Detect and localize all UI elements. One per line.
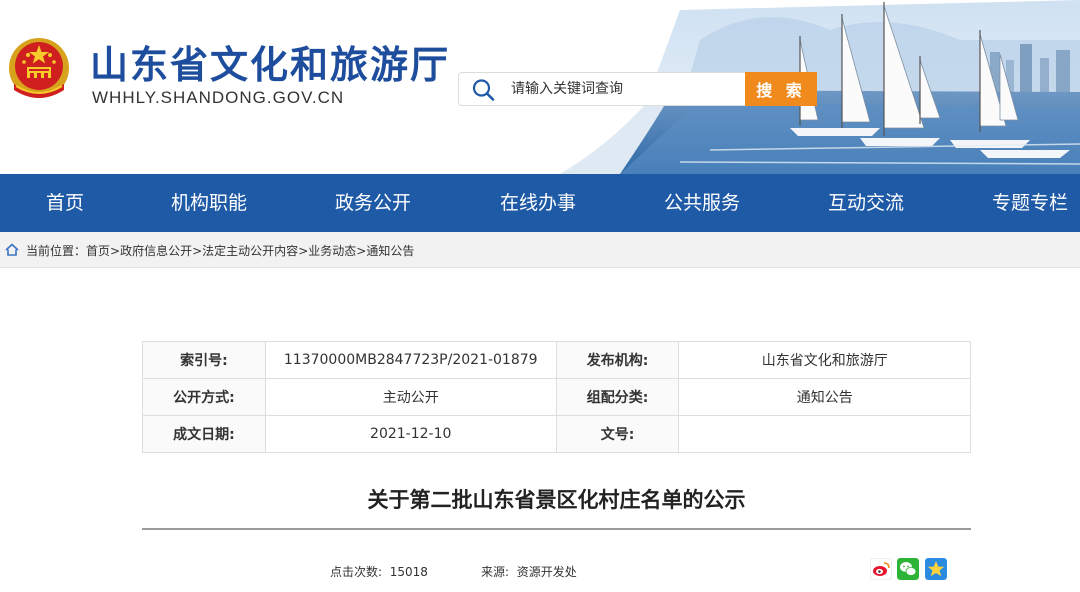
site-url: WHHLY.SHANDONG.GOV.CN [92, 88, 345, 107]
meta-key-index: 索引号: [142, 341, 266, 379]
source-value: 资源开发处 [516, 565, 577, 579]
document-meta-table: 索引号: 11370000MB2847723P/2021-01879 发布机构:… [142, 341, 971, 453]
nav-item-functions[interactable]: 机构职能 [171, 174, 247, 232]
search-box: 搜 索 [458, 72, 817, 106]
meta-value-disclosure: 主动公开 [264, 378, 557, 416]
meta-key-category: 组配分类: [555, 378, 680, 416]
table-row: 公开方式: 主动公开 组配分类: 通知公告 [142, 378, 971, 416]
nav-item-services[interactable]: 公共服务 [664, 174, 740, 232]
nav-item-home[interactable]: 首页 [46, 174, 84, 232]
breadcrumb: 当前位置：首页>政府信息公开>法定主动公开内容>业务动态>通知公告 [0, 232, 1080, 268]
source-label: 来源: [481, 565, 510, 579]
article-source: 来源: 资源开发处 [481, 563, 577, 580]
breadcrumb-item[interactable]: 法定主动公开内容 [202, 244, 298, 258]
meta-key-disclosure: 公开方式: [142, 378, 266, 416]
breadcrumb-item[interactable]: 首页 [86, 244, 110, 258]
breadcrumb-separator: > [356, 244, 367, 258]
meta-key-doc-number: 文号: [555, 415, 680, 453]
breadcrumb-separator: > [298, 244, 309, 258]
breadcrumb-item[interactable]: 政府信息公开 [120, 244, 192, 258]
nav-item-interaction[interactable]: 互动交流 [828, 174, 904, 232]
nav-item-gov-affairs[interactable]: 政务公开 [335, 174, 411, 232]
main-nav: 首页 机构职能 政务公开 在线办事 公共服务 互动交流 专题专栏 [0, 174, 1080, 232]
search-button[interactable]: 搜 索 [745, 72, 817, 106]
nav-item-online[interactable]: 在线办事 [500, 174, 576, 232]
search-input[interactable] [511, 73, 741, 105]
table-row: 索引号: 11370000MB2847723P/2021-01879 发布机构:… [142, 341, 971, 379]
site-title: 山东省文化和旅游厅 [90, 43, 451, 87]
national-emblem-icon [9, 38, 69, 98]
search-icon [472, 79, 495, 101]
site-header: 山东省文化和旅游厅 WHHLY.SHANDONG.GOV.CN 请输入关键词查询… [0, 0, 1080, 174]
view-count-label: 点击次数: [330, 565, 383, 579]
view-count: 点击次数: 15018 [330, 563, 428, 580]
meta-key-publisher: 发布机构: [555, 341, 680, 379]
home-icon [5, 243, 19, 256]
meta-value-date: 2021-12-10 [264, 415, 557, 453]
breadcrumb-item[interactable]: 通知公告 [366, 244, 414, 258]
meta-value-category: 通知公告 [678, 378, 971, 416]
view-count-value: 15018 [389, 565, 428, 579]
meta-value-doc-number [678, 415, 971, 453]
wechat-icon[interactable] [897, 558, 919, 580]
weibo-icon[interactable] [870, 558, 892, 580]
title-divider [142, 528, 971, 530]
qzone-icon[interactable] [925, 558, 947, 580]
breadcrumb-separator: > [110, 244, 121, 258]
meta-key-date: 成文日期: [142, 415, 266, 453]
article-title: 关于第二批山东省景区化村庄名单的公示 [367, 488, 746, 512]
breadcrumb-item[interactable]: 业务动态 [308, 244, 356, 258]
breadcrumb-prefix: 当前位置： [26, 244, 87, 258]
meta-value-publisher: 山东省文化和旅游厅 [678, 341, 971, 379]
breadcrumb-separator: > [192, 244, 203, 258]
breadcrumb-trail: 当前位置：首页>政府信息公开>法定主动公开内容>业务动态>通知公告 [26, 242, 414, 259]
meta-value-index: 11370000MB2847723P/2021-01879 [264, 341, 557, 379]
table-row: 成文日期: 2021-12-10 文号: [142, 415, 971, 453]
nav-item-topics[interactable]: 专题专栏 [992, 174, 1068, 232]
